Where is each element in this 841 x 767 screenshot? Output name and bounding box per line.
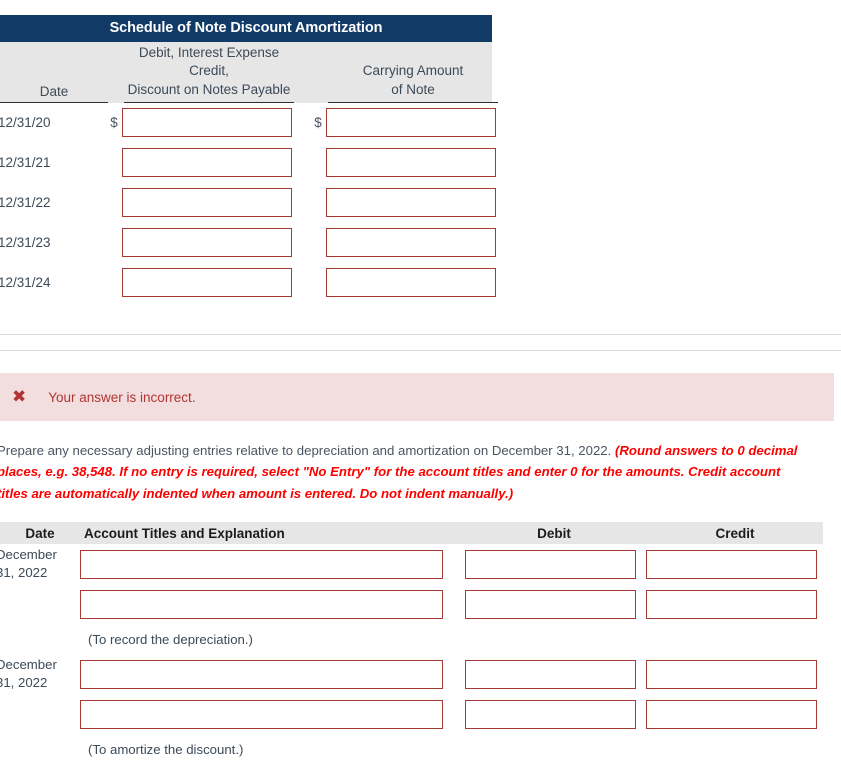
schedule-interest-input[interactable] (122, 228, 292, 258)
journal-account-input[interactable] (80, 549, 443, 579)
schedule-header-interest-line1: Debit, Interest Expense Credit, (138, 45, 280, 79)
schedule-row: 12/31/21 (0, 143, 496, 183)
schedule-header-interest-line2: Discount on Notes Payable (127, 81, 291, 97)
journal-debit-cell (457, 659, 643, 689)
journal-header-credit: Credit (715, 525, 755, 541)
schedule-interest-input[interactable] (122, 108, 292, 138)
section-divider (0, 350, 841, 351)
schedule-interest-input[interactable] (122, 188, 292, 218)
schedule-carrying-input[interactable] (326, 108, 496, 138)
journal-row-date-line1: December (0, 546, 57, 562)
schedule-interest-input[interactable] (122, 148, 292, 178)
schedule-carrying-input[interactable] (326, 188, 496, 218)
journal-debit-input[interactable] (464, 659, 636, 689)
journal-header-debit: Debit (537, 525, 571, 541)
journal-row: December 31, 2022 (0, 654, 823, 694)
journal-column-headers: Date Account Titles and Explanation Debi… (0, 522, 823, 544)
journal-account-input[interactable] (80, 659, 443, 689)
journal-account-cell (76, 589, 457, 619)
journal-header-account: Account Titles and Explanation (84, 525, 285, 541)
journal-row-date-line2: 31, 2022 (0, 565, 48, 580)
currency-symbol: $ (110, 115, 118, 131)
schedule-row: 12/31/24 (0, 263, 496, 303)
question-instructions: Prepare any necessary adjusting entries … (0, 440, 809, 504)
journal-account-input[interactable] (80, 699, 443, 729)
schedule-row-date: 12/31/23 (0, 235, 51, 251)
journal-credit-cell (643, 549, 819, 579)
schedule-header-carrying-line1: Carrying Amount (362, 63, 464, 79)
journal-credit-cell (643, 589, 819, 619)
journal-row: December 31, 2022 (0, 544, 823, 584)
journal-account-input[interactable] (80, 589, 443, 619)
journal-note-row: (To amortize the discount.) (0, 734, 823, 764)
journal-debit-cell (457, 589, 643, 619)
journal-credit-input[interactable] (645, 699, 817, 729)
note-discount-amortization-schedule: Schedule of Note Discount Amortization D… (0, 15, 498, 303)
journal-note-text: (To record the depreciation.) (88, 631, 253, 647)
journal-row-date-line2: 31, 2022 (0, 675, 48, 690)
page-root: Schedule of Note Discount Amortization D… (0, 0, 841, 767)
journal-row-date: December 31, 2022 (0, 546, 76, 583)
schedule-row: 12/31/23 (0, 223, 496, 263)
journal-row-date-line1: December (0, 656, 57, 672)
journal-row-date: December 31, 2022 (0, 656, 76, 693)
journal-credit-cell (643, 659, 819, 689)
journal-debit-cell (457, 549, 643, 579)
journal-credit-cell (643, 699, 819, 729)
journal-credit-input[interactable] (645, 549, 817, 579)
schedule-header-carrying-line2: of Note (391, 81, 435, 97)
currency-symbol: $ (314, 115, 322, 131)
journal-note-text: (To amortize the discount.) (88, 741, 244, 757)
schedule-row-date: 12/31/21 (0, 155, 51, 171)
schedule-header-interest: Debit, Interest Expense Credit, Discount… (124, 44, 294, 103)
journal-account-cell (76, 549, 457, 579)
journal-row (0, 584, 823, 624)
answer-status-banner: ✖ Your answer is incorrect. (0, 373, 834, 421)
journal-credit-input[interactable] (645, 589, 817, 619)
schedule-row: 12/31/22 (0, 183, 496, 223)
schedule-column-headers: Date Debit, Interest Expense Credit, Dis… (0, 42, 498, 103)
journal-debit-cell (457, 699, 643, 729)
schedule-row: 12/31/20 $ $ (0, 103, 496, 143)
schedule-title: Schedule of Note Discount Amortization (0, 15, 492, 43)
schedule-carrying-input[interactable] (326, 228, 496, 258)
journal-note-row: (To record the depreciation.) (0, 624, 823, 654)
schedule-header-carrying: Carrying Amount of Note (328, 62, 498, 103)
journal-credit-input[interactable] (645, 659, 817, 689)
schedule-row-date: 12/31/24 (0, 275, 51, 291)
journal-header-date: Date (25, 525, 55, 541)
answer-status-message: Your answer is incorrect. (48, 389, 196, 405)
schedule-row-date: 12/31/22 (0, 195, 51, 211)
cross-icon: ✖ (12, 386, 27, 407)
schedule-carrying-input[interactable] (326, 268, 496, 298)
journal-entry-table: Date Account Titles and Explanation Debi… (0, 522, 823, 764)
journal-debit-input[interactable] (464, 549, 636, 579)
schedule-carrying-input[interactable] (326, 148, 496, 178)
schedule-interest-input[interactable] (122, 268, 292, 298)
journal-row (0, 694, 823, 734)
instructions-plain: Prepare any necessary adjusting entries … (0, 443, 615, 458)
schedule-header-date: Date (0, 84, 108, 103)
journal-account-cell (76, 699, 457, 729)
section-divider (0, 334, 841, 335)
schedule-row-date: 12/31/20 (0, 115, 51, 131)
journal-debit-input[interactable] (464, 589, 636, 619)
journal-account-cell (76, 659, 457, 689)
journal-debit-input[interactable] (464, 699, 636, 729)
